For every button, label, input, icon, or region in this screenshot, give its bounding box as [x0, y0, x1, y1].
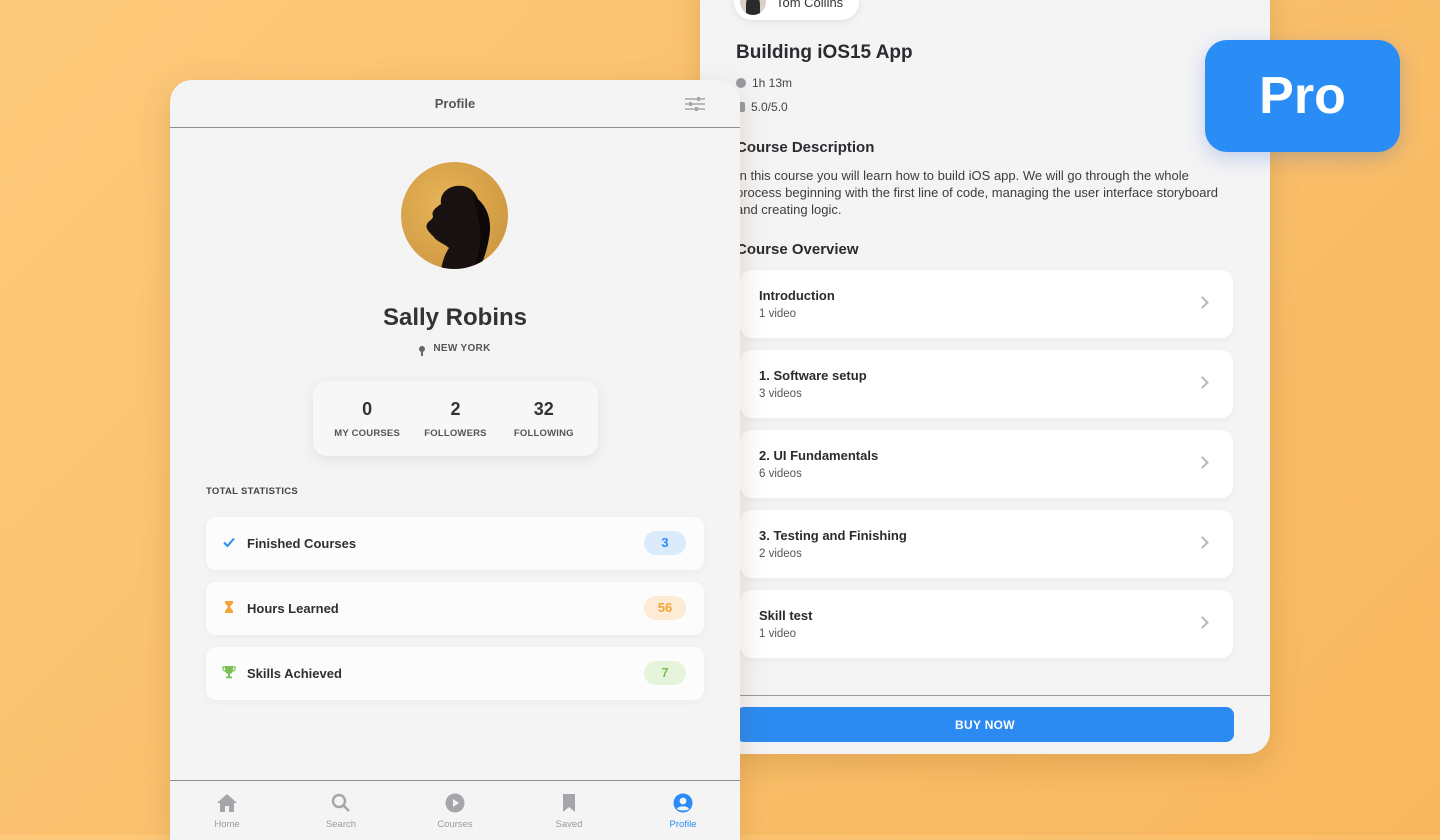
stat-label: FOLLOWERS	[424, 427, 487, 439]
stat-label: FOLLOWING	[513, 427, 574, 439]
description-heading: Course Description	[736, 139, 875, 156]
chevron-right-icon	[1196, 616, 1209, 629]
count-badge: 56	[644, 596, 686, 620]
overview-item-testing[interactable]: 3. Testing and Finishing 2 videos	[740, 510, 1233, 578]
overview-item-count: 1 video	[759, 628, 797, 640]
chevron-right-icon	[1196, 456, 1209, 469]
course-rating: 5.0/5.0	[751, 100, 788, 114]
author-avatar	[740, 0, 766, 15]
location: NEW YORK	[170, 343, 740, 356]
rating-row: 5.0/5.0	[736, 100, 788, 114]
chevron-right-icon	[1196, 296, 1209, 309]
tab-profile[interactable]: Profile	[626, 781, 740, 840]
tab-saved[interactable]: Saved	[512, 781, 626, 840]
overview-item-count: 6 videos	[759, 468, 802, 480]
stat-row-hours-learned[interactable]: Hours Learned 56	[206, 582, 704, 635]
checkmark-icon	[223, 537, 235, 548]
stat-value: 0	[362, 398, 373, 419]
overview-item-title: 1. Software setup	[759, 368, 867, 383]
tab-label: Profile	[669, 819, 697, 830]
user-name: Sally Robins	[382, 304, 528, 331]
course-detail-card: Tom Collins Building iOS15 App 1h 13m 5.…	[700, 0, 1270, 754]
stat-my-courses[interactable]: 0 MY COURSES	[324, 399, 410, 439]
overview-item-title: 2. UI Fundamentals	[759, 448, 879, 463]
settings-sliders-icon[interactable]	[684, 96, 706, 112]
tab-courses[interactable]: Courses	[398, 781, 512, 840]
nav-bar: Profile	[170, 80, 740, 128]
course-description: In this course you will learn how to bui…	[736, 168, 1218, 217]
overview-item-title: Introduction	[759, 288, 835, 303]
stat-label: MY COURSES	[334, 427, 400, 439]
chevron-right-icon	[1196, 376, 1209, 389]
tab-label: Search	[325, 819, 357, 830]
overview-item-count: 1 video	[759, 308, 797, 320]
profile-card: Profile Sally Robins NEW YORK 0 MY COURS…	[170, 80, 740, 840]
play-icon	[445, 793, 465, 813]
stat-followers[interactable]: 2 FOLLOWERS	[412, 399, 498, 439]
search-icon	[331, 793, 350, 812]
chevron-right-icon	[1196, 536, 1209, 549]
avatar[interactable]	[401, 162, 508, 269]
divider	[700, 695, 1270, 696]
profile-stats: 0 MY COURSES 2 FOLLOWERS 32 FOLLOWING	[313, 381, 598, 456]
duration-row: 1h 13m	[736, 76, 792, 90]
stat-row-skills-achieved[interactable]: Skills Achieved 7	[206, 647, 704, 700]
author-name: Tom Collins	[776, 0, 844, 10]
tab-label: Saved	[555, 819, 583, 830]
overview-item-software-setup[interactable]: 1. Software setup 3 videos	[740, 350, 1233, 418]
tab-search[interactable]: Search	[284, 781, 398, 840]
user-icon	[673, 793, 693, 813]
overview-item-count: 2 videos	[759, 548, 802, 560]
count-badge: 7	[644, 661, 686, 685]
stat-value: 32	[533, 398, 554, 419]
buy-now-button[interactable]: BUY NOW	[736, 707, 1234, 742]
stat-value: 2	[450, 398, 461, 419]
stat-row-finished-courses[interactable]: Finished Courses 3	[206, 517, 704, 570]
page-title: Profile	[434, 96, 476, 111]
pro-badge: Pro	[1205, 40, 1400, 152]
overview-heading: Course Overview	[736, 241, 859, 258]
stat-row-label: Hours Learned	[247, 601, 339, 616]
course-title: Building iOS15 App	[736, 42, 913, 63]
overview-item-count: 3 videos	[759, 388, 802, 400]
overview-item-skill-test[interactable]: Skill test 1 video	[740, 590, 1233, 658]
total-statistics-heading: TOTAL STATISTICS	[206, 486, 299, 497]
author-chip[interactable]: Tom Collins	[734, 0, 860, 20]
tab-bar: Home Search Courses Saved Profile	[170, 780, 740, 840]
stat-row-label: Finished Courses	[247, 536, 357, 551]
stat-following[interactable]: 32 FOLLOWING	[501, 399, 587, 439]
location-label: NEW YORK	[433, 343, 491, 354]
profile-photo	[426, 185, 491, 269]
overview-item-introduction[interactable]: Introduction 1 video	[740, 270, 1233, 338]
tab-home[interactable]: Home	[170, 781, 284, 840]
tab-label: Home	[214, 819, 240, 830]
location-pin-icon	[419, 345, 426, 356]
course-duration: 1h 13m	[752, 76, 793, 90]
overview-item-title: 3. Testing and Finishing	[759, 528, 907, 543]
bookmark-icon	[563, 794, 575, 812]
overview-item-ui-fundamentals[interactable]: 2. UI Fundamentals 6 videos	[740, 430, 1233, 498]
tab-label: Courses	[437, 819, 473, 830]
overview-item-title: Skill test	[759, 608, 813, 623]
trophy-icon	[222, 666, 236, 679]
stat-row-label: Skills Achieved	[247, 666, 342, 681]
home-icon	[217, 794, 237, 812]
count-badge: 3	[644, 531, 686, 555]
hourglass-icon	[225, 601, 233, 613]
